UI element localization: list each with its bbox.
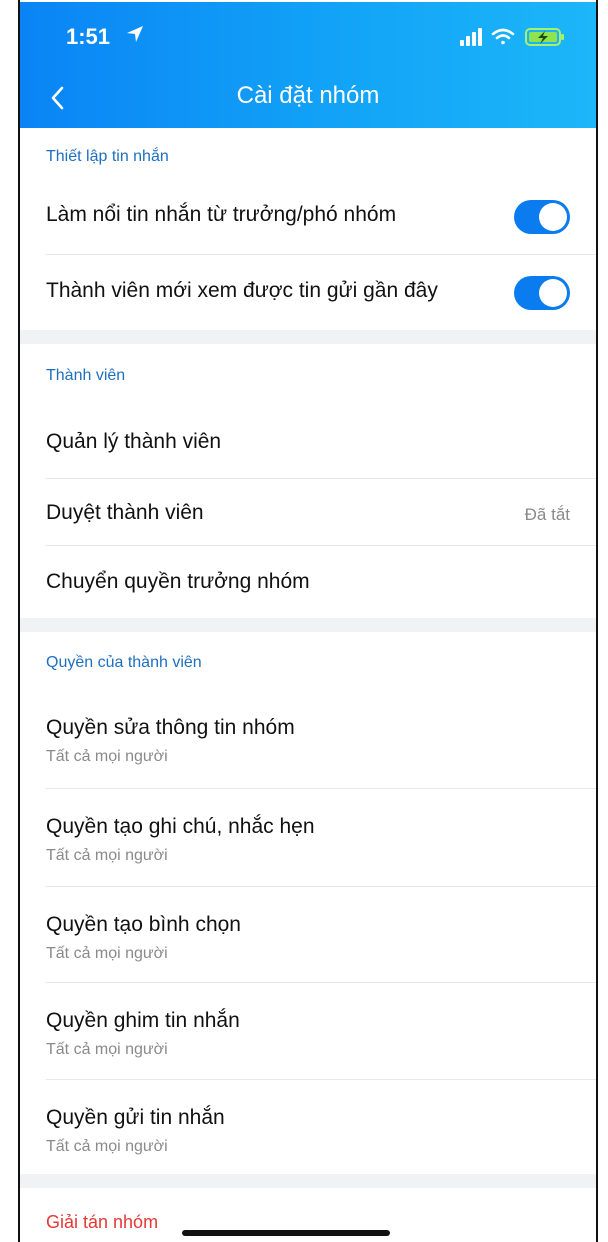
list-item-label: Quyền ghim tin nhắn [46, 1009, 240, 1032]
list-item-value: Tất cả mọi người [46, 945, 168, 962]
battery-charging-icon [525, 28, 564, 46]
location-arrow-icon [127, 26, 143, 42]
setting-row-new-members-history[interactable]: Thành viên mới xem được tin gửi gần đây [20, 255, 596, 329]
section-gap [20, 330, 596, 344]
list-item-permission-notes[interactable]: Quyền tạo ghi chú, nhắc hẹn Tất cả mọi n… [20, 789, 596, 885]
toggle-knob [539, 279, 567, 307]
list-item-label: Duyệt thành viên [46, 501, 204, 524]
setting-row-label: Làm nổi tin nhắn từ trưởng/phó nhóm [46, 203, 397, 226]
section-label-members: Thành viên [46, 367, 126, 384]
new-members-history-toggle[interactable] [514, 276, 570, 310]
status-time: 1:51 [66, 24, 111, 49]
toggle-knob [539, 203, 567, 231]
phone-screen: 1:51 Cài đặt nhóm Thiết lập tin nhắn Làm… [20, 2, 596, 1242]
home-indicator [182, 1230, 390, 1236]
list-item-label: Quản lý thành viên [46, 430, 222, 453]
frame-right-border [596, 0, 598, 1242]
section-gap [20, 618, 596, 632]
page-title: Cài đặt nhóm [236, 82, 380, 109]
section-gap [20, 1174, 596, 1188]
list-item-label: Quyền gửi tin nhắn [46, 1106, 225, 1129]
list-item-permission-edit-info[interactable]: Quyền sửa thông tin nhóm Tất cả mọi ngườ… [20, 692, 596, 788]
header: 1:51 Cài đặt nhóm [20, 2, 596, 128]
nav-bar: Cài đặt nhóm [20, 68, 596, 128]
signal-icon [460, 28, 482, 46]
status-bar: 1:51 [20, 2, 596, 68]
list-item-permission-pin[interactable]: Quyền ghim tin nhắn Tất cả mọi người [20, 983, 596, 1079]
list-item-manage-members[interactable]: Quản lý thành viên [20, 402, 596, 478]
disband-group-label: Giải tán nhóm [46, 1212, 159, 1232]
list-item-value: Tất cả mọi người [46, 847, 168, 864]
list-item-transfer-owner[interactable]: Chuyển quyền trưởng nhóm [20, 546, 596, 618]
wifi-icon [491, 28, 515, 45]
section-label-permissions: Quyền của thành viên [46, 654, 202, 671]
list-item-label: Quyền tạo ghi chú, nhắc hẹn [46, 815, 315, 838]
list-item-permission-polls[interactable]: Quyền tạo bình chọn Tất cả mọi người [20, 887, 596, 983]
list-item-label: Quyền sửa thông tin nhóm [46, 716, 295, 739]
list-item-permission-send[interactable]: Quyền gửi tin nhắn Tất cả mọi người [20, 1080, 596, 1174]
setting-row-label: Thành viên mới xem được tin gửi gần đây [46, 279, 438, 302]
status-icons [460, 28, 564, 46]
list-item-value: Tất cả mọi người [46, 1041, 168, 1058]
approve-members-status: Đã tắt [524, 505, 570, 524]
highlight-admin-toggle[interactable] [514, 200, 570, 234]
frame-left-border [18, 0, 20, 1242]
list-item-approve-members[interactable]: Duyệt thành viên Đã tắt [20, 479, 596, 545]
section-label-messages: Thiết lập tin nhắn [46, 148, 169, 165]
list-item-label: Quyền tạo bình chọn [46, 913, 241, 936]
list-item-value: Tất cả mọi người [46, 1138, 168, 1155]
list-item-value: Tất cả mọi người [46, 748, 168, 765]
list-item-label: Chuyển quyền trưởng nhóm [46, 570, 310, 593]
setting-row-highlight-admin[interactable]: Làm nổi tin nhắn từ trưởng/phó nhóm [20, 180, 596, 254]
